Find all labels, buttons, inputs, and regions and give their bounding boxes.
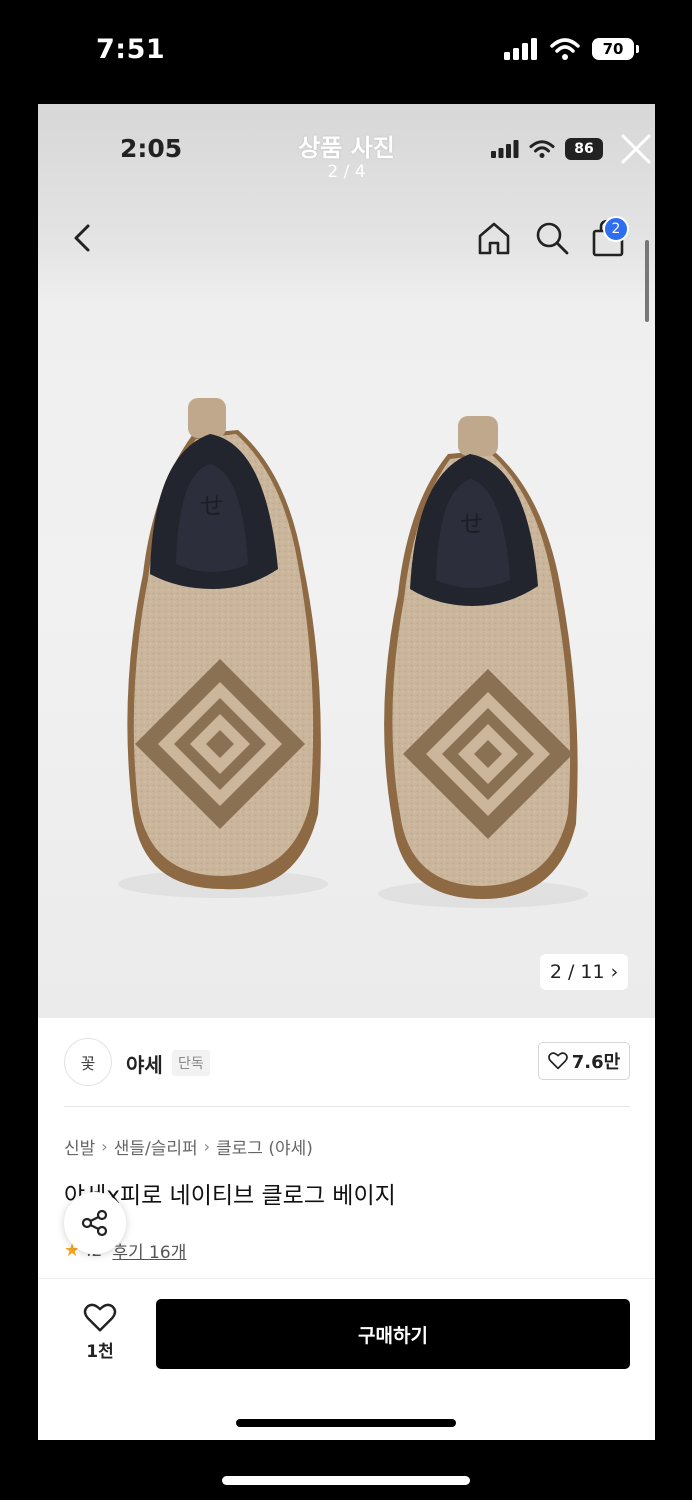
scroll-indicator	[645, 240, 649, 322]
wifi-icon	[529, 140, 555, 158]
signal-icon	[504, 38, 537, 60]
purchase-bar: 1천 구매하기	[38, 1278, 655, 1440]
exclusive-badge: 단독	[172, 1050, 210, 1076]
cart-badge: 2	[603, 216, 629, 242]
wifi-icon	[550, 38, 580, 60]
right-clog: せ	[378, 416, 588, 908]
breadcrumb-item[interactable]: 신발	[64, 1134, 95, 1159]
svg-text:せ: せ	[460, 510, 484, 538]
viewer-counter: 2 / 4	[327, 162, 366, 182]
wishlist-button[interactable]: 1천	[78, 1303, 122, 1362]
chevron-right-icon: ›	[610, 961, 619, 983]
brand-logo[interactable]: 꽃	[64, 1038, 112, 1086]
battery-level: 70	[602, 40, 624, 58]
signal-icon	[491, 140, 519, 158]
battery-icon: 70	[592, 38, 639, 60]
buy-button[interactable]: 구매하기	[156, 1299, 630, 1369]
search-icon[interactable]	[532, 218, 572, 258]
share-icon	[81, 1209, 108, 1237]
product-screen: 2:05 상품 사진 2 / 4 86 2 せ せ 2 / 11 › 꽃 야세 …	[38, 104, 655, 1440]
brand-like-count: 7.6만	[571, 1052, 621, 1073]
home-indicator[interactable]	[222, 1476, 470, 1485]
outer-status-time: 7:51	[96, 34, 166, 65]
home-icon[interactable]	[474, 218, 514, 258]
left-clog: せ	[118, 398, 328, 898]
breadcrumb-item[interactable]: 클로그 (야세)	[216, 1134, 313, 1159]
divider	[64, 1106, 630, 1107]
heart-icon	[547, 1052, 568, 1070]
review-link[interactable]: 후기 16개	[112, 1238, 186, 1263]
inner-battery-level: 86	[574, 141, 594, 157]
back-icon[interactable]	[68, 220, 96, 256]
image-page-indicator[interactable]: 2 / 11 ›	[540, 954, 628, 990]
inner-status-icons: 86	[491, 138, 603, 160]
brand-like-button[interactable]: 7.6만	[538, 1042, 630, 1080]
breadcrumb: 신발 › 샌들/슬리퍼 › 클로그 (야세)	[64, 1134, 313, 1159]
battery-icon: 86	[565, 138, 603, 160]
breadcrumb-separator-icon: ›	[101, 1137, 108, 1156]
outer-status-bar: 7:51 70	[0, 0, 692, 104]
close-icon[interactable]	[619, 132, 653, 166]
image-page-text: 2 / 11	[549, 961, 605, 983]
brand-name[interactable]: 야세	[126, 1049, 163, 1078]
breadcrumb-item[interactable]: 샌들/슬리퍼	[114, 1134, 198, 1159]
product-photo[interactable]: 2:05 상품 사진 2 / 4 86 2 せ せ 2 / 11 ›	[38, 104, 655, 1018]
inner-home-indicator	[236, 1419, 456, 1427]
outer-status-icons: 70	[504, 38, 639, 60]
wishlist-count: 1천	[86, 1342, 114, 1362]
share-button[interactable]	[64, 1192, 126, 1254]
product-image-clogs: せ せ	[118, 398, 588, 908]
svg-text:せ: せ	[200, 492, 224, 520]
heart-icon	[83, 1303, 117, 1332]
breadcrumb-separator-icon: ›	[203, 1137, 211, 1156]
